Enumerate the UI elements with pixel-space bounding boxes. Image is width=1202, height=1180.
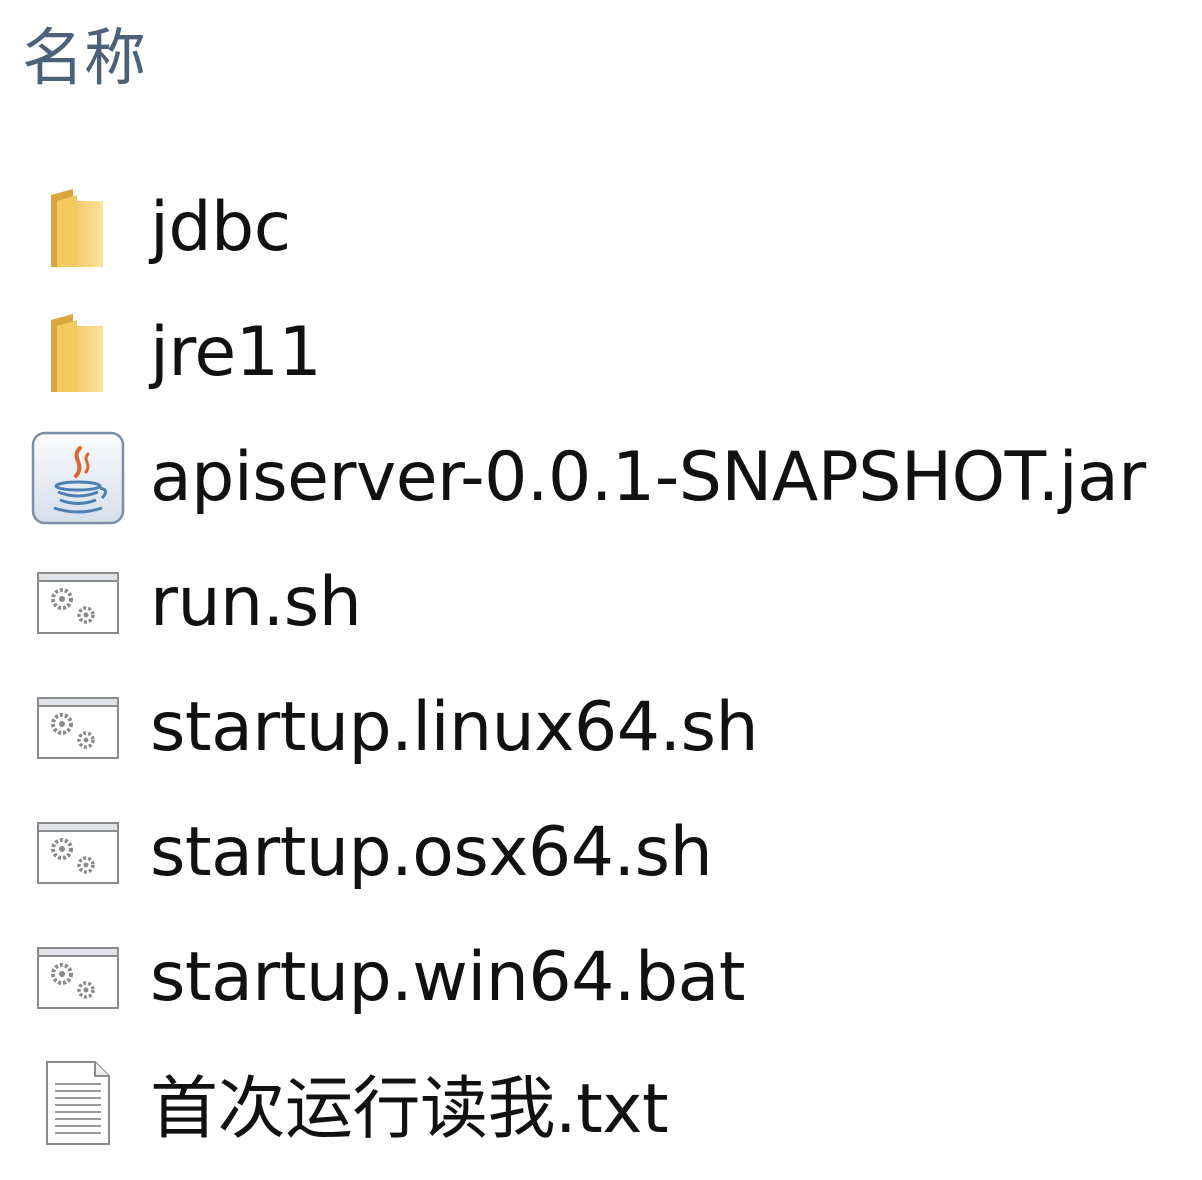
file-list: jdbc jre11 apiserver-0.0.1-SNAPSHOT.jar … <box>0 165 1202 1165</box>
file-name: startup.linux64.sh <box>150 688 759 767</box>
file-name: jdbc <box>150 188 291 267</box>
folder-icon <box>28 178 128 278</box>
column-header-name[interactable]: 名称 <box>22 10 146 94</box>
file-row-startup-win64[interactable]: startup.win64.bat <box>0 915 1202 1040</box>
file-name: startup.win64.bat <box>150 938 746 1017</box>
file-row-jre11[interactable]: jre11 <box>0 290 1202 415</box>
script-gear-icon <box>28 803 128 903</box>
text-file-icon <box>28 1053 128 1153</box>
file-row-run-sh[interactable]: run.sh <box>0 540 1202 665</box>
file-name: apiserver-0.0.1-SNAPSHOT.jar <box>150 438 1146 517</box>
script-gear-icon <box>28 678 128 778</box>
file-name: jre11 <box>150 313 322 392</box>
file-name: 首次运行读我.txt <box>150 1070 669 1149</box>
file-row-startup-osx64[interactable]: startup.osx64.sh <box>0 790 1202 915</box>
file-name: run.sh <box>150 563 362 642</box>
file-row-jdbc[interactable]: jdbc <box>0 165 1202 290</box>
folder-icon <box>28 303 128 403</box>
file-row-apiserver-jar[interactable]: apiserver-0.0.1-SNAPSHOT.jar <box>0 415 1202 540</box>
file-name: startup.osx64.sh <box>150 813 713 892</box>
script-gear-icon <box>28 928 128 1028</box>
file-row-readme-txt[interactable]: 首次运行读我.txt <box>0 1040 1202 1165</box>
java-jar-icon <box>28 428 128 528</box>
file-row-startup-linux64[interactable]: startup.linux64.sh <box>0 665 1202 790</box>
script-gear-icon <box>28 553 128 653</box>
